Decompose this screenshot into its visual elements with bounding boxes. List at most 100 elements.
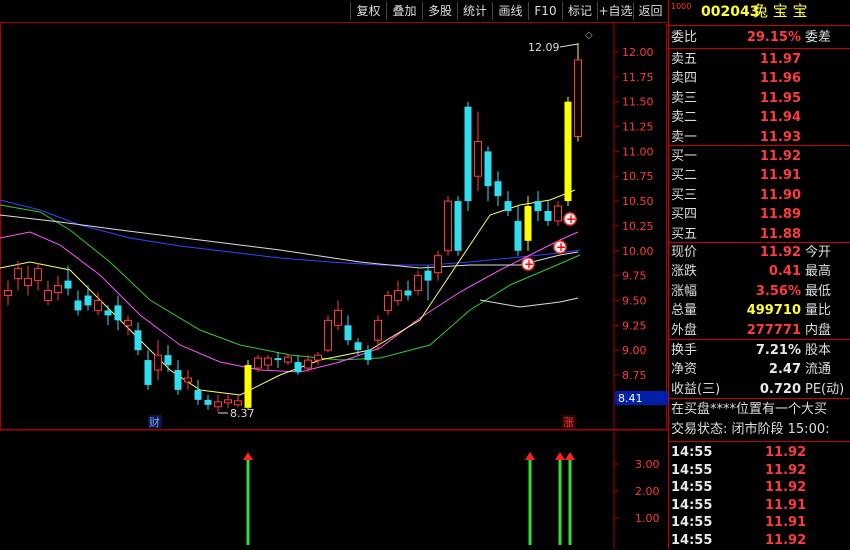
candle-body xyxy=(14,268,22,280)
stat-row: 现价 11.92 今开 xyxy=(669,243,850,262)
row-value: 11.92 xyxy=(759,149,801,164)
candle-body xyxy=(134,330,142,351)
price-axis-label: 10.25 xyxy=(622,220,654,233)
candle-body xyxy=(254,357,262,369)
stat-row: 换手 7.21% 股本 xyxy=(669,341,850,360)
zhang-marker: 涨 xyxy=(563,416,574,429)
row-label: 总量 xyxy=(671,303,698,319)
stat-row: 涨幅 3.56% 最低 xyxy=(669,282,850,301)
price-axis-label: 11.00 xyxy=(622,145,654,158)
row-label: 买四 xyxy=(671,207,698,223)
stat-row: 总量 499710 量比 xyxy=(669,301,850,320)
toolbar-button-7[interactable]: +自选 xyxy=(597,2,633,20)
toolbar-button-5[interactable]: F10 xyxy=(528,2,562,20)
candle-body xyxy=(334,309,342,326)
price-axis-label: 9.75 xyxy=(622,270,647,283)
row-value: 11.90 xyxy=(759,187,801,203)
notice-row: 在买盘****位置有一个大买 xyxy=(669,400,850,419)
main-frame xyxy=(0,22,667,430)
candle-body xyxy=(504,201,512,212)
low-label: 8.37 xyxy=(230,407,255,420)
candle-body xyxy=(114,305,122,321)
candle-body xyxy=(544,211,552,221)
order-row: 卖一 11.93 xyxy=(669,128,850,147)
candle-body xyxy=(524,206,532,241)
candle-body xyxy=(514,220,522,251)
row-label: 买五 xyxy=(671,226,698,242)
row-value: 11.91 xyxy=(759,168,801,184)
candle-body xyxy=(364,350,372,361)
buy-marker-plus: + xyxy=(524,257,534,271)
row-label: 现价 xyxy=(671,245,698,260)
row-label: 外盘 xyxy=(671,322,698,338)
candle-body xyxy=(354,342,362,351)
row-label: 涨跌 xyxy=(671,264,698,280)
row-label: 买一 xyxy=(671,149,698,164)
row-label: 卖四 xyxy=(671,71,698,87)
candle-body xyxy=(64,280,72,289)
price-axis-label: 9.00 xyxy=(622,344,647,357)
toolbar-button-0[interactable]: 复权 xyxy=(350,2,386,20)
row-label: 收益(三) xyxy=(671,381,721,397)
candle-body xyxy=(414,275,422,292)
candle-body xyxy=(104,310,112,316)
candle-body xyxy=(404,290,412,296)
candle-body xyxy=(314,354,322,361)
candle-body xyxy=(374,319,382,341)
row-label: 涨幅 xyxy=(671,283,698,299)
row-label: 卖三 xyxy=(671,90,698,106)
toolbar-button-4[interactable]: 画线 xyxy=(492,2,528,20)
tick-time: 14:55 xyxy=(671,462,713,478)
toolbar-button-8[interactable]: 返回 xyxy=(633,2,667,20)
price-axis-label: 11.25 xyxy=(622,121,654,134)
candle-body xyxy=(184,377,192,383)
candle-body xyxy=(474,140,482,177)
order-row: 买三 11.90 xyxy=(669,186,850,205)
row-value: 11.92 xyxy=(759,245,801,260)
candle-body xyxy=(294,362,302,373)
candle-body xyxy=(194,389,202,400)
row-value: 0.720 xyxy=(759,381,801,397)
toolbar-button-2[interactable]: 多股 xyxy=(422,2,457,20)
notice-text: 在买盘****位置有一个大买 xyxy=(671,402,828,417)
row-label-2: PE(动) xyxy=(805,381,845,397)
candle-body xyxy=(534,201,542,212)
toolbar-button-1[interactable]: 叠加 xyxy=(386,2,422,20)
row-value: 11.93 xyxy=(759,129,801,145)
ma-white-2 xyxy=(479,297,579,308)
order-row: 买五 11.88 xyxy=(669,225,850,244)
row-label: 卖五 xyxy=(671,52,698,67)
candle-body xyxy=(224,399,232,404)
kline-chart[interactable]: 12.00 11.75 11.50 11.25 11.00 10.75 10.50 10.25… xyxy=(0,0,668,549)
high-pointer xyxy=(559,43,579,48)
candle-body xyxy=(424,270,432,281)
tick-time: 14:55 xyxy=(671,515,713,530)
candle-body xyxy=(384,294,392,311)
candle-body xyxy=(214,401,222,408)
candle-body xyxy=(174,370,182,390)
row-value: 11.89 xyxy=(759,207,801,223)
row-label-2: 最高 xyxy=(805,264,832,280)
indicator-arrow xyxy=(555,452,565,460)
stat-row: 收益(三) 0.720 PE(动) xyxy=(669,380,850,399)
candle-body xyxy=(484,151,492,187)
candle-body xyxy=(454,201,462,251)
tick-row: 14:55 11.91 xyxy=(669,514,850,532)
indicator-bar xyxy=(558,460,562,545)
toolbar-button-6[interactable]: 标记 xyxy=(562,2,597,20)
tick-row: 14:55 11.92 xyxy=(669,479,850,497)
candle-body xyxy=(274,358,282,361)
quote-panel: 1000 002043 兔 宝 宝 委比 29.15% 委差 卖五 11.97 卖四… xyxy=(668,0,850,549)
indicator-arrow xyxy=(525,452,535,460)
candle-body xyxy=(44,290,52,301)
row-value: 3.56% xyxy=(755,283,801,299)
row-value: 499710 xyxy=(746,303,801,319)
row-label-2: 今开 xyxy=(805,245,832,260)
buy-marker-plus: + xyxy=(566,212,576,226)
row-value: 11.96 xyxy=(759,71,801,87)
indicator-bar xyxy=(246,460,250,545)
tick-price: 11.92 xyxy=(765,532,807,548)
toolbar-button-3[interactable]: 统计 xyxy=(457,2,492,20)
stat-row: 外盘 277771 内盘 xyxy=(669,321,850,340)
row-label-2: 股本 xyxy=(805,343,832,358)
